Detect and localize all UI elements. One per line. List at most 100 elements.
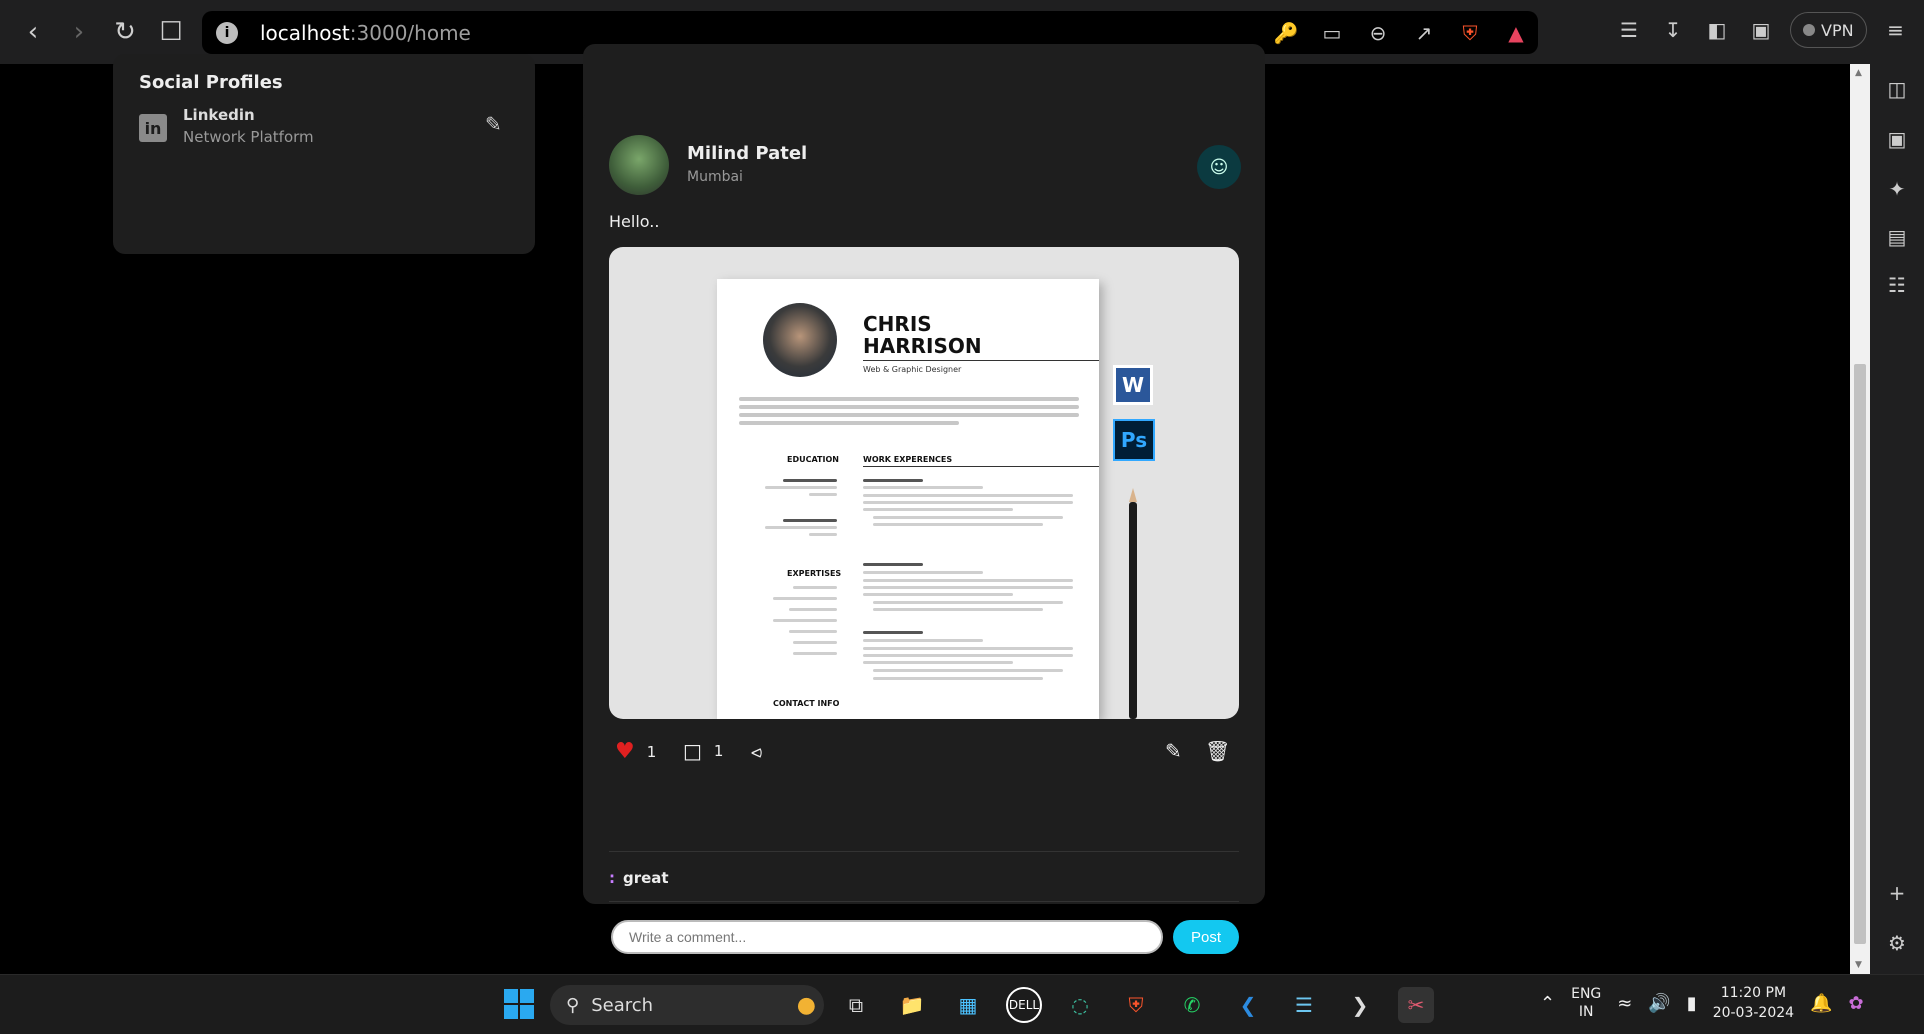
clock[interactable]: 11:20 PM 20-03-2024: [1713, 983, 1794, 1023]
pencil-image: [1129, 488, 1137, 719]
notepad-icon[interactable]: ☰: [1286, 987, 1322, 1023]
bookmark-icon[interactable]: ☐: [148, 9, 194, 55]
remove-friend-button[interactable]: ☺: [1197, 145, 1241, 189]
url-text: localhost:3000/home: [260, 20, 471, 45]
linkedin-icon: in: [139, 114, 167, 142]
add-icon[interactable]: +: [1884, 880, 1910, 906]
resume-education: EDUCATION: [787, 455, 839, 464]
hamburger-menu-icon[interactable]: ≡: [1881, 15, 1911, 45]
whatsapp-icon[interactable]: ✆: [1174, 987, 1210, 1023]
share-icon[interactable]: ↗: [1410, 19, 1438, 47]
resume-work: WORK EXPERENCES: [863, 455, 953, 464]
brave-icon[interactable]: ⛨: [1118, 987, 1154, 1023]
brave-rewards-icon[interactable]: ▲: [1502, 19, 1530, 47]
comment-item: : great: [609, 869, 669, 887]
word-icon: W: [1113, 365, 1153, 405]
volume-icon[interactable]: 🔊: [1648, 993, 1670, 1014]
edit-post-button[interactable]: ✎: [1165, 739, 1182, 763]
page-scrollbar[interactable]: ▲ ▼: [1850, 64, 1870, 974]
post-text: Hello..: [609, 212, 660, 231]
dell-icon[interactable]: DELL: [1006, 987, 1042, 1023]
snipping-tool-icon[interactable]: ✂: [1398, 987, 1434, 1023]
reading-list-icon[interactable]: ☷: [1884, 272, 1910, 298]
profile-item-sub: Network Platform: [183, 128, 314, 146]
photoshop-icon: Ps: [1113, 419, 1155, 461]
zoom-out-icon[interactable]: ⊖: [1364, 19, 1392, 47]
scroll-down-icon[interactable]: ▼: [1855, 960, 1862, 970]
battery-icon[interactable]: ▮: [1687, 993, 1697, 1014]
settings-icon[interactable]: ⚙: [1884, 930, 1910, 956]
taskbar-search[interactable]: ⚲ Search ●: [550, 985, 824, 1025]
language-indicator[interactable]: ENG IN: [1571, 985, 1601, 1021]
resume-name: CHRIS HARRISON: [863, 312, 982, 358]
profile-item-name: Linkedin: [183, 106, 255, 124]
scroll-up-icon[interactable]: ▲: [1855, 68, 1862, 78]
comment-input[interactable]: [611, 920, 1163, 954]
like-button[interactable]: ♥ 1: [615, 739, 656, 764]
terminal-icon[interactable]: ❯: [1342, 987, 1378, 1023]
extensions-icon[interactable]: ☰: [1614, 15, 1644, 45]
file-explorer-icon[interactable]: 📁: [894, 987, 930, 1023]
social-profiles-card: Social Profiles in Linkedin Network Plat…: [113, 54, 535, 254]
post-comment-button[interactable]: Post: [1173, 920, 1239, 954]
share-button[interactable]: ⪦: [751, 739, 762, 763]
media-icon[interactable]: ◫: [1884, 76, 1910, 102]
resume-contact: CONTACT INFO: [773, 699, 840, 708]
trash-icon: 🗑: [1205, 739, 1231, 763]
heart-icon: ♥: [615, 739, 635, 764]
wallet-icon[interactable]: ▣: [1746, 15, 1776, 45]
post-image[interactable]: CHRIS HARRISON Web & Graphic Designer ED…: [609, 247, 1239, 719]
reload-icon[interactable]: ↻: [102, 9, 148, 55]
comment-text: great: [623, 869, 669, 887]
vscode-icon[interactable]: ❮: [1230, 987, 1266, 1023]
post-author[interactable]: Milind Patel: [687, 143, 807, 164]
page-content: Social Profiles in Linkedin Network Plat…: [0, 44, 1850, 974]
microsoft-store-icon[interactable]: ▦: [950, 987, 986, 1023]
search-label: Search: [591, 994, 654, 1016]
divider: [609, 901, 1239, 902]
copilot-icon[interactable]: ✿: [1848, 993, 1863, 1014]
edit-profile-icon[interactable]: ✎: [485, 112, 502, 136]
delete-post-button[interactable]: 🗑: [1205, 739, 1230, 763]
bookmarks-icon[interactable]: ▤: [1884, 224, 1910, 250]
comment-icon: □: [683, 739, 702, 763]
download-icon[interactable]: ↧: [1658, 15, 1688, 45]
post-location: Mumbai: [687, 169, 743, 185]
task-view-icon[interactable]: ⧉: [838, 987, 874, 1023]
sidebar-icon[interactable]: ◧: [1702, 15, 1732, 45]
search-highlight-icon: ●: [796, 992, 816, 1018]
scroll-thumb[interactable]: [1854, 364, 1866, 944]
search-icon: ⚲: [566, 994, 580, 1016]
vpn-label: VPN: [1821, 20, 1854, 40]
wallet-icon[interactable]: ▣: [1884, 126, 1910, 152]
person-minus-icon: ☺: [1209, 156, 1229, 178]
vpn-status-icon: [1803, 24, 1815, 36]
vpn-button[interactable]: VPN: [1790, 12, 1867, 48]
divider: [609, 851, 1239, 852]
key-icon[interactable]: 🔑: [1272, 19, 1300, 47]
back-icon[interactable]: ‹: [10, 9, 56, 55]
comment-count: 1: [713, 742, 724, 760]
resume-image: CHRIS HARRISON Web & Graphic Designer ED…: [717, 279, 1099, 719]
wifi-icon[interactable]: ≈: [1617, 993, 1632, 1014]
windows-start-button[interactable]: [504, 989, 534, 1019]
pencil-icon: ✎: [1165, 739, 1182, 763]
notification-bell-icon[interactable]: 🔔: [1810, 993, 1832, 1014]
avatar[interactable]: [609, 135, 669, 195]
social-profiles-title: Social Profiles: [139, 72, 283, 93]
browser-sidepanel: ◫ ▣ ✦ ▤ ☷ + ⚙: [1870, 64, 1924, 974]
brave-shield-icon[interactable]: ⛨: [1456, 19, 1484, 47]
resume-expertises: EXPERTISES: [787, 569, 842, 578]
leo-ai-icon[interactable]: ✦: [1884, 176, 1910, 202]
taskbar: ⚲ Search ● ⧉ 📁 ▦ DELL ◌ ⛨ ✆ ❮ ☰ ❯ ✂ ⌃ EN…: [0, 974, 1924, 1034]
comment-button[interactable]: □ 1: [683, 739, 723, 763]
cast-icon[interactable]: ▭: [1318, 19, 1346, 47]
site-info-icon[interactable]: i: [216, 21, 238, 44]
chevron-up-icon[interactable]: ⌃: [1540, 993, 1555, 1014]
share-icon: ⪦: [751, 739, 763, 763]
edge-icon[interactable]: ◌: [1062, 987, 1098, 1023]
post-card: Milind Patel Mumbai ☺ Hello.. CHRIS HARR…: [583, 109, 1265, 954]
forward-icon[interactable]: ›: [56, 9, 102, 55]
resume-role: Web & Graphic Designer: [863, 365, 962, 374]
comment-user-marker: :: [609, 869, 615, 887]
